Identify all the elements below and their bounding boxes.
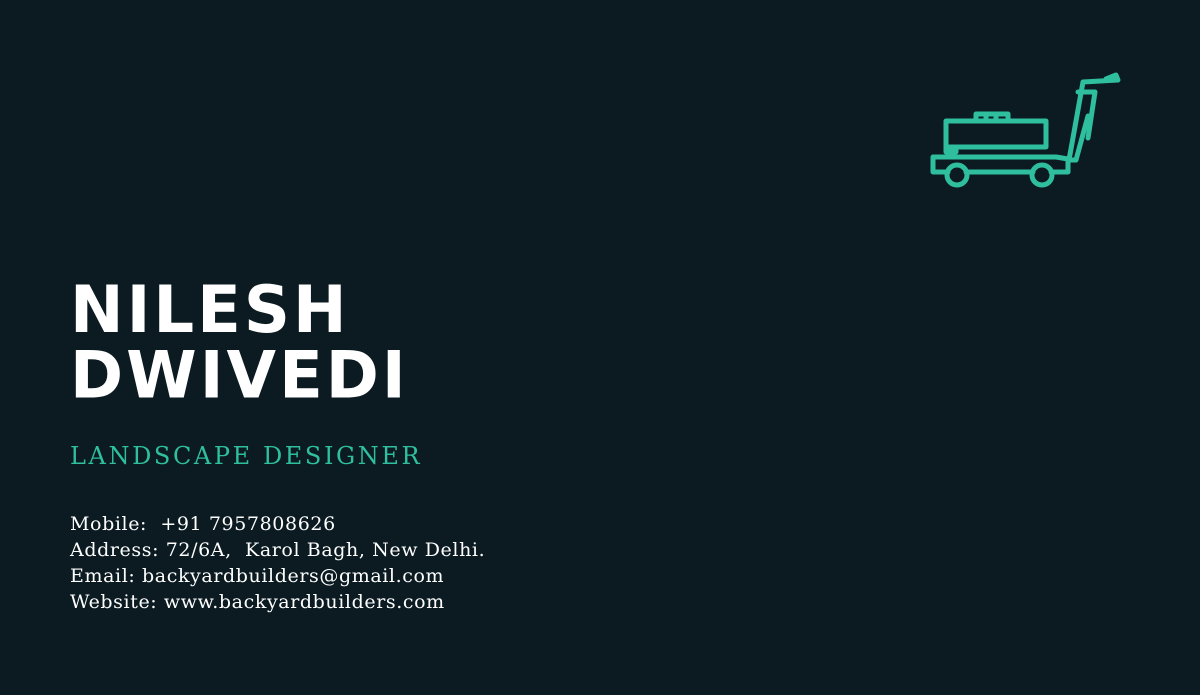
job-title: LANDSCAPE DESIGNER	[70, 442, 423, 470]
business-card: NILESH DWIVEDI LANDSCAPE DESIGNER Mobile…	[0, 0, 1200, 695]
lawn-mower-icon	[930, 72, 1121, 188]
contact-info: Mobile: +91 7957808626 Address: 72/6A, K…	[70, 511, 485, 615]
person-name: NILESH DWIVEDI	[70, 278, 409, 409]
first-name: NILESH	[70, 272, 350, 349]
website-line: Website: www.backyardbuilders.com	[70, 591, 445, 613]
mobile-line: Mobile: +91 7957808626	[70, 513, 336, 535]
last-name: DWIVEDI	[70, 338, 409, 414]
email-line: Email: backyardbuilders@gmail.com	[70, 565, 445, 587]
address-line: Address: 72/6A, Karol Bagh, New Delhi.	[70, 539, 486, 561]
